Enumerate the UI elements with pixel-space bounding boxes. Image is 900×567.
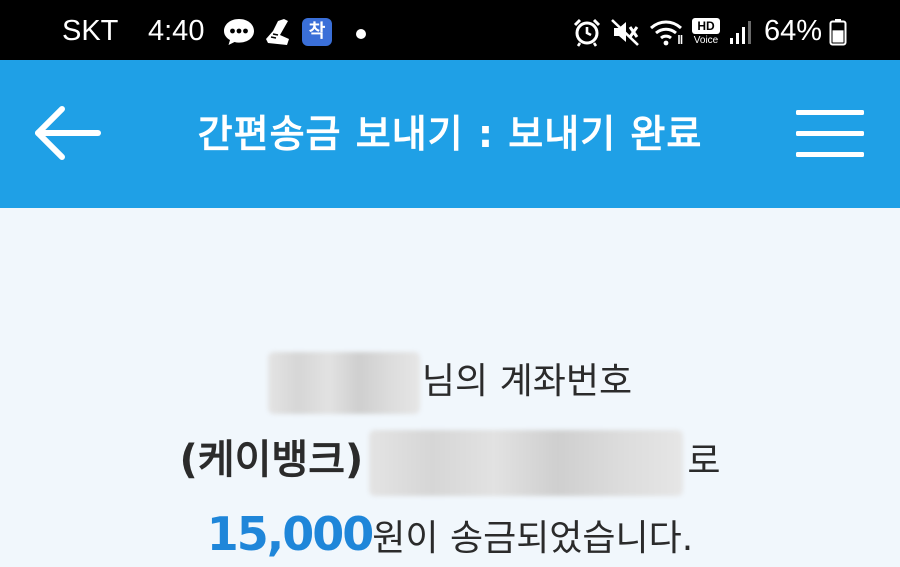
- transfer-complete-content: 님의 계좌번호 (케이뱅크) 로 15,000원이 송금되었습니다.: [0, 208, 900, 564]
- app-badge-label: 착: [308, 21, 326, 42]
- transfer-amount: 15,000: [206, 507, 375, 561]
- recipient-name-redacted: [267, 352, 420, 414]
- wifi-icon: [650, 20, 683, 46]
- signal-icon: [730, 21, 751, 44]
- title-bar: 간편송금 보내기 : 보내기 완료: [0, 60, 900, 208]
- amount-line: 15,000원이 송금되었습니다.: [0, 506, 900, 567]
- hd-voice-icon: HD Voice: [690, 18, 722, 48]
- recipient-line: 님의 계좌번호: [0, 352, 900, 414]
- notification-dot: [356, 29, 366, 39]
- bank-name: (케이뱅크): [179, 437, 364, 483]
- hamburger-menu-icon[interactable]: [790, 102, 870, 164]
- chat-bubble-icon: [224, 19, 254, 45]
- voice-label: Voice: [693, 35, 719, 46]
- back-arrow-icon[interactable]: [26, 98, 112, 168]
- shoe-icon: [266, 19, 289, 45]
- alarm-icon: [573, 18, 601, 47]
- account-line: (케이뱅크) 로: [0, 430, 900, 496]
- recipient-suffix: 님의 계좌번호: [421, 361, 633, 402]
- hd-label: HD: [692, 18, 720, 34]
- status-time: 4:40: [148, 15, 205, 47]
- page-title: 간편송금 보내기 : 보내기 완료: [197, 112, 703, 156]
- carrier-label: SKT: [62, 15, 119, 47]
- status-bar: SKT 4:40 착 HD Voice 64%: [0, 0, 900, 60]
- battery-percent: 64%: [764, 15, 823, 47]
- account-suffix: 로: [687, 441, 721, 482]
- battery-icon: [829, 19, 847, 46]
- battery-level-fill: [832, 30, 844, 43]
- amount-suffix: 원이 송금되었습니다.: [372, 518, 694, 559]
- mute-icon: [611, 19, 639, 46]
- account-number-redacted: [369, 430, 684, 496]
